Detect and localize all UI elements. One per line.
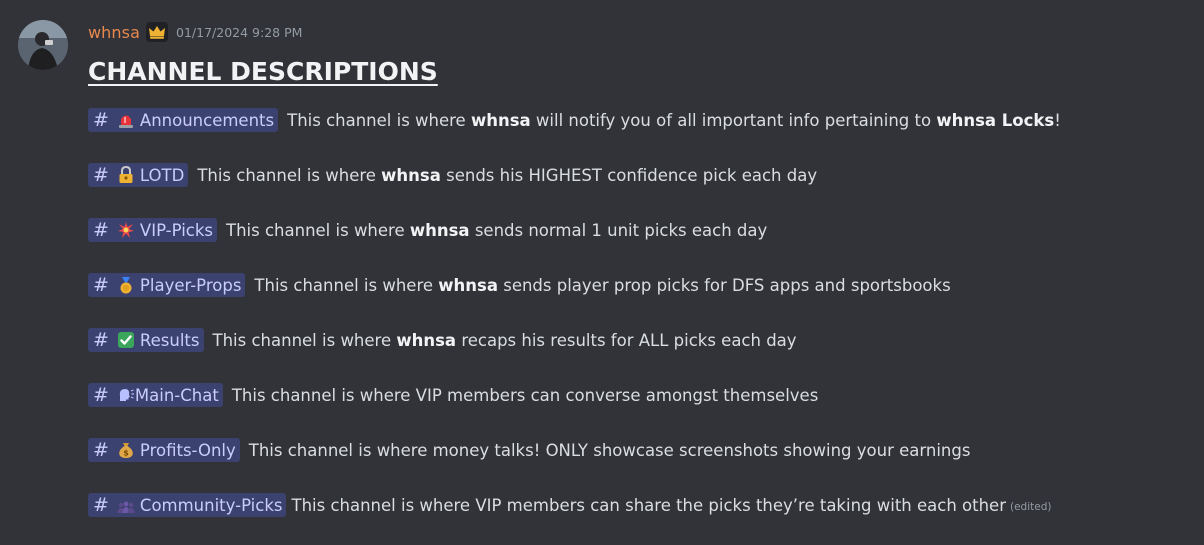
channel-row-profits-only: # $ Profits-Only This channel is where m…	[88, 437, 970, 463]
speaking-head-icon	[117, 386, 135, 404]
people-icon	[117, 496, 135, 514]
channel-row-main-chat: # Main-Chat This channel is where VIP me…	[88, 382, 818, 408]
explosion-icon	[117, 221, 135, 239]
channel-description: This channel is where whnsa sends player…	[254, 275, 951, 295]
channel-row-announcements: # Announcements This channel is where wh…	[88, 107, 1061, 133]
hash-icon: #	[93, 219, 109, 241]
channel-mention-player-props[interactable]: # Player-Props	[88, 273, 246, 297]
channel-name: Profits-Only	[139, 440, 236, 460]
channel-name: Community-Picks	[139, 495, 283, 515]
channel-description: This channel is where money talks! ONLY …	[248, 440, 971, 460]
channel-name: Announcements	[139, 110, 275, 130]
hash-icon: #	[93, 109, 109, 131]
channel-name: Main-Chat	[134, 385, 219, 405]
message-timestamp: 01/17/2024 9:28 PM	[176, 24, 303, 40]
channel-description: This channel is where VIP members can co…	[231, 385, 819, 405]
channel-row-vip-picks: # VIP-Picks This channel is where whnsa …	[88, 217, 767, 243]
hash-icon: #	[93, 439, 109, 461]
money-bag-icon: $	[117, 441, 135, 459]
channel-mention-lotd[interactable]: # LOTD	[88, 163, 189, 187]
rotating-light-icon	[117, 111, 135, 129]
hash-icon: #	[93, 164, 109, 186]
channel-mention-main-chat[interactable]: # Main-Chat	[88, 383, 223, 407]
check-mark-icon	[117, 331, 135, 349]
channel-description: This channel is where whnsa recaps his r…	[212, 330, 797, 350]
edited-indicator: (edited)	[1010, 501, 1052, 513]
channel-description: This channel is where whnsa will notify …	[287, 110, 1061, 130]
channel-row-results: # Results This channel is where whnsa re…	[88, 327, 797, 353]
hash-icon: #	[93, 494, 109, 516]
channel-description: This channel is where VIP members can sh…	[291, 495, 1006, 515]
channel-name: VIP-Picks	[139, 220, 214, 240]
svg-text:$: $	[123, 449, 129, 458]
hash-icon: #	[93, 384, 109, 406]
crown-icon	[146, 22, 169, 42]
channel-mention-profits-only[interactable]: # $ Profits-Only	[88, 438, 240, 462]
author-name[interactable]: whnsa	[88, 23, 140, 42]
author-avatar[interactable]	[18, 20, 68, 70]
message-header: whnsa 01/17/2024 9:28 PM	[88, 20, 302, 44]
hash-icon: #	[93, 329, 109, 351]
channel-mention-results[interactable]: # Results	[88, 328, 204, 352]
message-heading: CHANNEL DESCRIPTIONS	[88, 57, 438, 86]
channel-description: This channel is where whnsa sends his HI…	[197, 165, 818, 185]
channel-name: Results	[139, 330, 200, 350]
channel-mention-vip-picks[interactable]: # VIP-Picks	[88, 218, 218, 242]
hash-icon: #	[93, 274, 109, 296]
channel-description: This channel is where whnsa sends normal…	[226, 220, 768, 240]
lock-icon	[117, 166, 135, 184]
chat-message: whnsa 01/17/2024 9:28 PM CHANNEL DESCRIP…	[0, 0, 1204, 545]
channel-name: Player-Props	[139, 275, 242, 295]
channel-row-lotd: # LOTD This channel is where whnsa sends…	[88, 162, 817, 188]
medal-icon	[117, 276, 135, 294]
channel-mention-announcements[interactable]: # Announcements	[88, 108, 279, 132]
channel-name: LOTD	[139, 165, 185, 185]
channel-row-community-picks: # Community-Picks This channel is where …	[88, 492, 1051, 518]
channel-row-player-props: # Player-Props This channel is where whn…	[88, 272, 951, 298]
channel-mention-community-picks[interactable]: # Community-Picks	[88, 493, 287, 517]
